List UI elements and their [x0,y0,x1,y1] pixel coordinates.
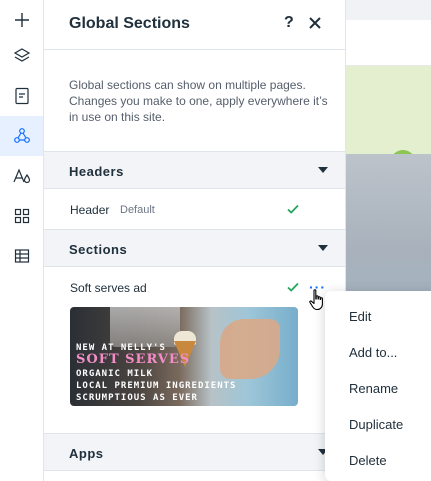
headers-group-label: Headers [69,164,124,179]
add-icon[interactable] [0,0,43,40]
apps-group-toggle[interactable]: Apps [44,433,345,471]
hand-holding-cone [220,319,280,379]
check-icon [287,204,299,214]
section-item-label[interactable]: Soft serves ad [70,281,147,295]
table-icon[interactable] [0,236,43,276]
site-banner [346,66,431,206]
chevron-down-icon [318,167,328,173]
hand-cursor-icon [309,289,323,311]
apps-icon[interactable] [0,196,43,236]
apps-group-label: Apps [69,446,104,461]
ad-line-3: ORGANIC MILK [76,369,154,379]
theme-icon[interactable] [0,156,43,196]
chevron-down-icon [318,245,328,251]
ad-line-2: SOFT SERVES [76,352,191,367]
sections-group-label: Sections [69,242,128,257]
menu-item-rename[interactable]: Rename [349,381,398,396]
sections-group-toggle[interactable]: Sections [44,229,345,267]
left-rail [0,0,44,481]
pages-icon[interactable] [0,76,43,116]
headers-group-toggle[interactable]: Headers [44,151,345,189]
section-context-menu: Edit Add to... Rename Duplicate Delete [325,291,431,481]
section-thumbnail[interactable]: NEW AT NELLY'S SOFT SERVES ORGANIC MILK … [70,307,298,406]
close-icon[interactable] [306,14,324,32]
header-item-sub: Default [120,204,155,216]
panel-title: Global Sections [69,15,190,32]
menu-item-delete[interactable]: Delete [349,453,387,468]
global-sections-panel: Global Sections ? Global sections can sh… [44,0,346,481]
panel-description: Global sections can show on multiple pag… [69,78,328,124]
check-icon [287,282,299,292]
help-button[interactable]: ? [284,14,294,32]
global-sections-icon[interactable] [0,116,43,156]
site-header-strip [346,20,431,66]
header-item-label[interactable]: Header [70,203,109,217]
ad-line-5: SCRUMPTIOUS AS EVER [76,393,198,403]
layers-icon[interactable] [0,36,43,76]
menu-item-edit[interactable]: Edit [349,309,371,324]
panel-header: Global Sections ? [44,0,345,50]
menu-item-duplicate[interactable]: Duplicate [349,417,403,432]
menu-item-add-to[interactable]: Add to... [349,345,397,360]
ice-cream-machine [110,307,180,347]
ad-line-4: LOCAL PREMIUM INGREDIENTS [76,381,237,391]
